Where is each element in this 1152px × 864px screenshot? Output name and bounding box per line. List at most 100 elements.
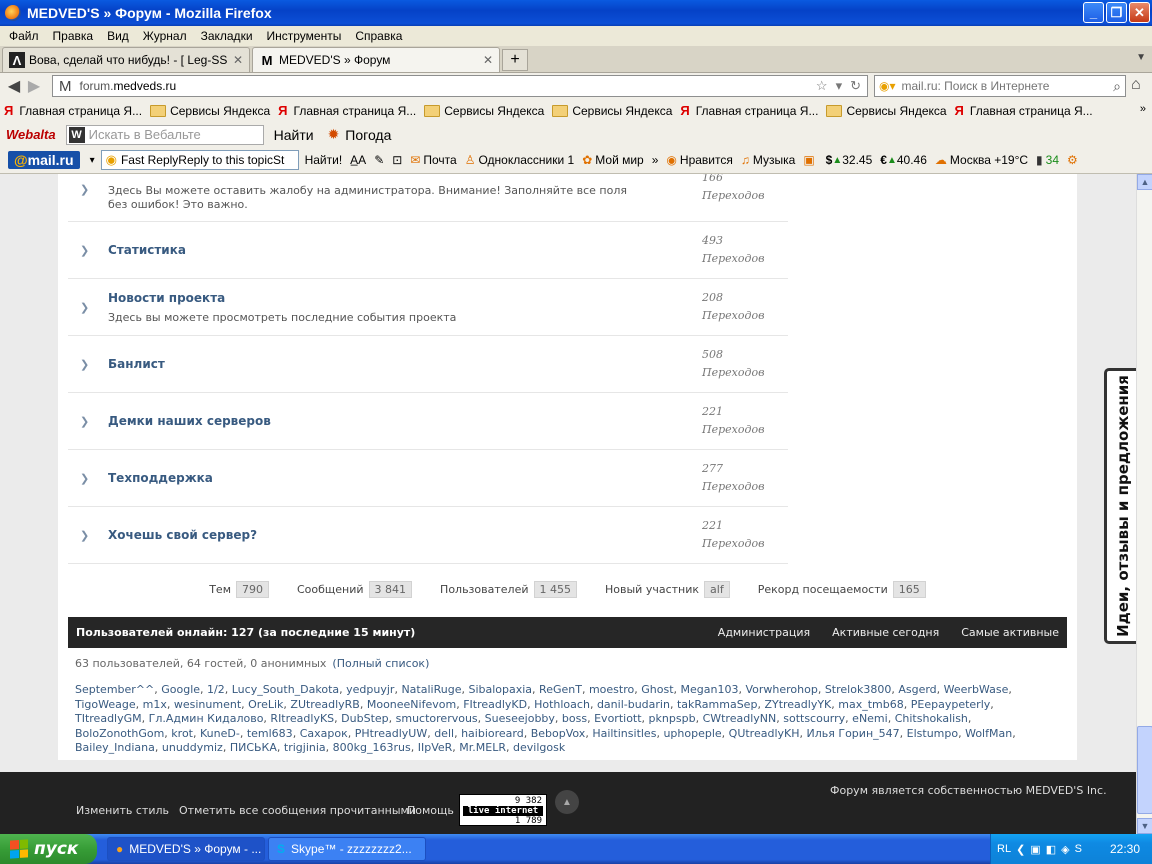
close-tab-icon[interactable]: ✕ <box>233 53 243 67</box>
online-user-link[interactable]: Strelok3800 <box>825 683 892 696</box>
online-user-link[interactable]: ZUtreadlyRB <box>290 698 359 711</box>
menu-view[interactable]: Вид <box>100 29 136 43</box>
forum-name[interactable]: Банлист <box>108 357 165 371</box>
mailru-settings-icon[interactable]: ⚙ <box>1067 153 1081 167</box>
online-user-link[interactable]: yedpuyjr <box>346 683 394 696</box>
bookmark-yandex-home[interactable]: Я Главная страница Я... <box>955 103 1093 118</box>
online-user-link[interactable]: Megan103 <box>681 683 739 696</box>
taskbar-firefox[interactable]: ● MEDVED'S » Форум - ... <box>107 837 265 861</box>
bookmark-yandex-services[interactable]: Сервисы Яндекса <box>552 104 672 118</box>
mailru-menu-icon[interactable]: ▾ <box>90 155 95 166</box>
mailru-like[interactable]: ◉ Нравится <box>666 153 732 167</box>
bookmark-yandex-home[interactable]: Я Главная страница Я... <box>278 103 416 118</box>
online-user-link[interactable]: QUtreadlyKH <box>729 727 800 740</box>
maximize-button[interactable]: ❐ <box>1106 2 1127 23</box>
help-link[interactable]: Помощь <box>407 804 454 817</box>
forum-row[interactable]: ❯ Новости проекта Здесь вы можете просмо… <box>68 279 788 336</box>
online-user-link[interactable]: FItreadlyKD <box>463 698 527 711</box>
url-bar[interactable]: M forum. medveds.ru ☆ ▾ ↻ <box>52 75 868 97</box>
mailru-overflow-icon[interactable]: » <box>652 153 659 167</box>
link-administration[interactable]: Администрация <box>718 626 810 639</box>
webalta-logo[interactable]: Webalta <box>6 127 56 142</box>
close-window-button[interactable]: ✕ <box>1129 2 1150 23</box>
change-style-link[interactable]: Изменить стиль <box>76 804 169 817</box>
tab-leg-ss[interactable]: Ʌ Вова, сделай что нибудь! - [ Leg-SS Fo… <box>2 47 250 72</box>
highlight-icon[interactable]: ✎ <box>374 153 384 167</box>
mailru-mail[interactable]: ✉ Почта <box>410 153 456 167</box>
online-user-link[interactable]: TItreadlyGM <box>75 712 142 725</box>
home-icon[interactable]: ⌂ <box>1131 76 1141 94</box>
online-user-link[interactable]: max_tmb68 <box>838 698 903 711</box>
online-user-link[interactable]: krot <box>171 727 193 740</box>
online-user-link[interactable]: September^^ <box>75 683 154 696</box>
online-user-link[interactable]: BebopVox <box>531 727 586 740</box>
stat-newest-member[interactable]: Новый участник alf <box>605 580 730 598</box>
mailru-find-button[interactable]: Найти! <box>305 153 343 167</box>
online-user-link[interactable]: PEepaypeterly <box>911 698 991 711</box>
menu-bookmarks[interactable]: Закладки <box>194 29 260 43</box>
font-size-icon[interactable]: A̲A <box>350 153 366 167</box>
scrollbar-thumb[interactable] <box>1137 726 1152 814</box>
link-active-today[interactable]: Активные сегодня <box>832 626 939 639</box>
online-user-link[interactable]: Chitshokalish <box>895 712 968 725</box>
online-user-link[interactable]: moestro <box>589 683 634 696</box>
mailru-euro[interactable]: € ▲ 40.46 <box>880 153 927 167</box>
online-user-link[interactable]: Илья Горин_547 <box>807 727 900 740</box>
webalta-find-button[interactable]: Найти <box>274 127 314 143</box>
new-tab-button[interactable]: + <box>502 49 528 71</box>
forum-row[interactable]: ❯ Здесь Вы можете оставить жалобу на адм… <box>68 174 788 222</box>
forum-row[interactable]: ❯ Демки наших серверов 221 Переходов <box>68 393 788 450</box>
online-user-link[interactable]: smuctorervous <box>396 712 478 725</box>
bookmark-yandex-services[interactable]: Сервисы Яндекса <box>424 104 544 118</box>
mailru-logo[interactable]: @mail.ru <box>8 151 80 169</box>
forum-row[interactable]: ❯ Банлист 508 Переходов <box>68 336 788 393</box>
webalta-search-input[interactable]: W Искать в Вебальте <box>65 124 264 145</box>
online-user-link[interactable]: unuddymiz <box>162 741 223 754</box>
bookmark-yandex-services[interactable]: Сервисы Яндекса <box>150 104 270 118</box>
online-user-link[interactable]: Hailtinsitles <box>592 727 656 740</box>
search-bar[interactable]: ◉▾ ⌕ <box>874 75 1126 97</box>
volume-icon[interactable]: ◧ <box>1046 843 1056 856</box>
online-user-link[interactable]: Bailey_Indiana <box>75 741 155 754</box>
mailru-calendar-icon[interactable]: ▣ <box>803 153 817 167</box>
online-user-link[interactable]: pknpspb <box>649 712 696 725</box>
online-user-link[interactable]: Hothloach <box>534 698 590 711</box>
back-icon[interactable]: ◀ <box>4 76 24 96</box>
bookmark-yandex-home[interactable]: Я Главная страница Я... <box>4 103 142 118</box>
online-user-link[interactable]: m1x <box>143 698 167 711</box>
feedback-side-tab[interactable]: Идеи, отзывы и предложения <box>1104 368 1138 644</box>
mailru-traffic[interactable]: ▮ 34 <box>1036 153 1059 167</box>
mailru-odnoklassniki[interactable]: ♙ Одноклассники 1 <box>465 153 575 167</box>
online-user-link[interactable]: DubStep <box>341 712 388 725</box>
online-user-link[interactable]: sottscourry <box>783 712 845 725</box>
forward-icon[interactable]: ▶ <box>24 76 44 96</box>
forum-row[interactable]: ❯ Техподдержка 277 Переходов <box>68 450 788 507</box>
online-user-link[interactable]: Lucy_South_Dakota <box>232 683 339 696</box>
online-user-link[interactable]: WolfMan <box>965 727 1012 740</box>
liveinternet-counter[interactable]: 9 382 live internet 1 789 <box>459 794 547 826</box>
online-user-link[interactable]: 800kg_163rus <box>333 741 411 754</box>
forum-name[interactable]: Техподдержка <box>108 471 213 485</box>
mailru-myworld[interactable]: ✿ Мой мир <box>582 153 644 167</box>
online-user-link[interactable]: Google <box>161 683 200 696</box>
mailru-search-select[interactable]: ◉ Fast ReplyReply to this topicSt <box>100 150 299 170</box>
online-user-link[interactable]: ПИСЬКА <box>230 741 277 754</box>
online-user-link[interactable]: Elstumpo <box>907 727 958 740</box>
language-indicator[interactable]: RL <box>997 843 1011 855</box>
online-user-link[interactable]: Mr.MELR <box>459 741 506 754</box>
mailru-weather[interactable]: ☁ Москва +19°C <box>935 153 1028 167</box>
search-engine-icon[interactable]: ◉▾ <box>879 79 896 93</box>
online-user-link[interactable]: Evortiott <box>594 712 641 725</box>
online-user-link[interactable]: haibioreard <box>461 727 524 740</box>
online-user-link[interactable]: IIpVeR <box>418 741 453 754</box>
online-user-link[interactable]: eNemi <box>852 712 888 725</box>
tab-list-icon[interactable]: ▼ <box>1136 52 1146 63</box>
forum-name[interactable]: Демки наших серверов <box>108 414 271 428</box>
forum-row[interactable]: ❯ Хочешь свой сервер? 221 Переходов <box>68 507 788 564</box>
online-user-link[interactable]: BolоZonothGom <box>75 727 164 740</box>
menu-history[interactable]: Журнал <box>136 29 194 43</box>
link-most-active[interactable]: Самые активные <box>961 626 1059 639</box>
reload-icon[interactable]: ↻ <box>850 78 861 94</box>
mailru-dollar[interactable]: $ ▲ 32.45 <box>826 153 873 167</box>
forum-row[interactable]: ❯ Статистика 493 Переходов <box>68 222 788 279</box>
